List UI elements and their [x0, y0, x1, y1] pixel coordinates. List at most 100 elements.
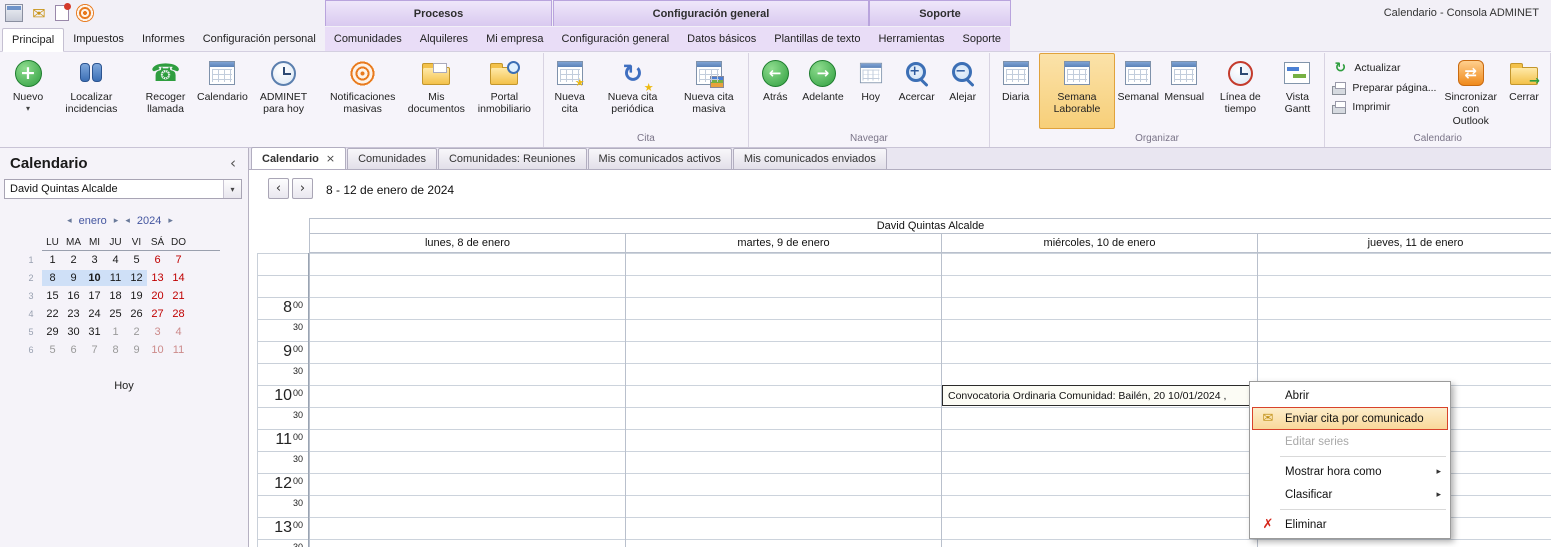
ribbon-button-nueva-cita[interactable]: Nueva cita — [547, 53, 593, 129]
minical-day-28[interactable]: 28 — [168, 306, 189, 322]
document-tab-calendario[interactable]: Calendario× — [251, 147, 346, 169]
minical-day-24[interactable]: 24 — [84, 306, 105, 322]
owner-select[interactable]: David Quintas Alcalde ▾ — [4, 179, 242, 199]
mail-icon[interactable] — [30, 4, 48, 22]
ribbon-button-sincronizar-con-outlook[interactable]: Sincronizar con Outlook — [1440, 53, 1501, 129]
ribbon-button-diaria[interactable]: Diaria — [993, 53, 1039, 129]
ribbon-tab-datos-basicos[interactable]: Datos básicos — [678, 27, 765, 51]
next-month-icon[interactable]: ▸ — [114, 216, 119, 226]
document-tab-comunidades-reuniones[interactable]: Comunidades: Reuniones — [438, 148, 587, 169]
minical-day-13[interactable]: 13 — [147, 270, 168, 286]
dropdown-arrow-icon[interactable]: ▾ — [223, 180, 241, 198]
menu-item-enviar-cita-por-comunicado[interactable]: ✉Enviar cita por comunicado — [1252, 407, 1448, 430]
ribbon-button-imprimir[interactable]: Imprimir — [1332, 100, 1436, 114]
ribbon-button-preparar-pagina[interactable]: Preparar página... — [1332, 81, 1436, 95]
ribbon-button-actualizar[interactable]: Actualizar — [1332, 60, 1436, 76]
ribbon-tab-soporte[interactable]: Soporte — [954, 27, 1011, 51]
scheduler-prev-button[interactable]: ‹ — [268, 178, 289, 199]
minical-day-12[interactable]: 12 — [126, 270, 147, 286]
prev-year-icon[interactable]: ◂ — [125, 216, 130, 226]
ribbon-button-alejar[interactable]: Alejar — [940, 53, 986, 129]
minical-day-29[interactable]: 29 — [42, 324, 63, 340]
minical-day-14[interactable]: 14 — [168, 270, 189, 286]
ribbon-button-mensual[interactable]: Mensual — [1161, 53, 1207, 129]
minical-day-18[interactable]: 18 — [105, 288, 126, 304]
minical-day-8[interactable]: 8 — [42, 270, 63, 286]
minical-day-6[interactable]: 6 — [63, 342, 84, 358]
minical-day-25[interactable]: 25 — [105, 306, 126, 322]
minical-day-5[interactable]: 5 — [126, 252, 147, 268]
minical-day-9[interactable]: 9 — [126, 342, 147, 358]
minical-day-23[interactable]: 23 — [63, 306, 84, 322]
minical-day-30[interactable]: 30 — [63, 324, 84, 340]
ribbon-button-portal-inmobiliario[interactable]: Portal inmobiliario — [469, 53, 540, 129]
mini-calendar-year[interactable]: 2024 — [137, 215, 161, 227]
note-alert-icon[interactable] — [55, 5, 69, 21]
ribbon-tab-configuracion-personal[interactable]: Configuración personal — [194, 27, 325, 51]
scheduler-next-button[interactable]: › — [292, 178, 313, 199]
minical-day-4[interactable]: 4 — [168, 324, 189, 340]
ribbon-tab-alquileres[interactable]: Alquileres — [411, 27, 477, 51]
ribbon-button-vista-gantt[interactable]: Vista Gantt — [1273, 53, 1321, 129]
ribbon-button-linea-de-tiempo[interactable]: Línea de tiempo — [1207, 53, 1273, 129]
minical-day-10[interactable]: 10 — [84, 270, 105, 286]
minical-day-15[interactable]: 15 — [42, 288, 63, 304]
ribbon-button-adelante[interactable]: Adelante — [798, 53, 847, 129]
ribbon-tab-plantillas-de-texto[interactable]: Plantillas de texto — [765, 27, 869, 51]
ribbon-button-adminet-para-hoy[interactable]: ADMINET para hoy — [245, 53, 321, 129]
ribbon-button-notificaciones-masivas[interactable]: Notificaciones masivas — [322, 53, 404, 129]
appointment[interactable]: Convocatoria Ordinaria Comunidad: Bailén… — [942, 385, 1256, 406]
ribbon-tab-informes[interactable]: Informes — [133, 27, 194, 51]
minical-day-16[interactable]: 16 — [63, 288, 84, 304]
day-header-martes-9-de-enero[interactable]: martes, 9 de enero — [625, 234, 941, 253]
ribbon-button-semana-laborable[interactable]: Semana Laborable — [1039, 53, 1116, 129]
minical-day-22[interactable]: 22 — [42, 306, 63, 322]
app-window-icon[interactable] — [5, 4, 23, 22]
ribbon-button-recoger-llamada[interactable]: Recoger llamada — [132, 53, 200, 129]
minical-day-1[interactable]: 1 — [105, 324, 126, 340]
mini-calendar-month[interactable]: enero — [79, 215, 107, 227]
minical-day-31[interactable]: 31 — [84, 324, 105, 340]
menu-item-eliminar[interactable]: ✗Eliminar — [1252, 513, 1448, 536]
ribbon-button-calendario[interactable]: Calendario — [199, 53, 245, 129]
minical-day-20[interactable]: 20 — [147, 288, 168, 304]
document-tab-mis-comunicados-enviados[interactable]: Mis comunicados enviados — [733, 148, 887, 169]
close-tab-icon[interactable]: × — [326, 152, 335, 165]
prev-month-icon[interactable]: ◂ — [67, 216, 72, 226]
ribbon-button-nueva-cita-periodica[interactable]: Nueva cita periódica — [593, 53, 673, 129]
minical-day-8[interactable]: 8 — [105, 342, 126, 358]
ribbon-button-atras[interactable]: Atrás — [752, 53, 798, 129]
ribbon-button-cerrar[interactable]: Cerrar — [1501, 53, 1547, 129]
menu-item-abrir[interactable]: Abrir — [1252, 384, 1448, 407]
minical-day-26[interactable]: 26 — [126, 306, 147, 322]
ribbon-tab-comunidades[interactable]: Comunidades — [325, 27, 411, 51]
collapse-chevron-icon[interactable]: ‹ — [226, 154, 240, 172]
minical-day-21[interactable]: 21 — [168, 288, 189, 304]
ribbon-button-semanal[interactable]: Semanal — [1115, 53, 1161, 129]
ribbon-button-hoy[interactable]: Hoy — [848, 53, 894, 129]
minical-day-3[interactable]: 3 — [84, 252, 105, 268]
minical-day-11[interactable]: 11 — [168, 342, 189, 358]
next-year-icon[interactable]: ▸ — [168, 216, 173, 226]
minical-day-9[interactable]: 9 — [63, 270, 84, 286]
minical-day-6[interactable]: 6 — [147, 252, 168, 268]
menu-item-mostrar-hora-como[interactable]: Mostrar hora como▸ — [1252, 460, 1448, 483]
today-button[interactable]: Hoy — [0, 380, 248, 392]
ribbon-tab-configuracion-general[interactable]: Configuración general — [553, 27, 679, 51]
ribbon-tab-herramientas[interactable]: Herramientas — [869, 27, 953, 51]
minical-day-11[interactable]: 11 — [105, 270, 126, 286]
ribbon-tab-impuestos[interactable]: Impuestos — [64, 27, 133, 51]
minical-day-1[interactable]: 1 — [42, 252, 63, 268]
minical-day-17[interactable]: 17 — [84, 288, 105, 304]
day-header-miercoles-10-de-enero[interactable]: miércoles, 10 de enero — [941, 234, 1257, 253]
minical-day-2[interactable]: 2 — [126, 324, 147, 340]
minical-day-4[interactable]: 4 — [105, 252, 126, 268]
minical-day-3[interactable]: 3 — [147, 324, 168, 340]
minical-day-7[interactable]: 7 — [168, 252, 189, 268]
ribbon-button-acercar[interactable]: Acercar — [894, 53, 940, 129]
menu-item-clasificar[interactable]: Clasificar▸ — [1252, 483, 1448, 506]
minical-day-27[interactable]: 27 — [147, 306, 168, 322]
broadcast-icon[interactable] — [76, 4, 94, 22]
document-tab-mis-comunicados-activos[interactable]: Mis comunicados activos — [588, 148, 732, 169]
day-header-lunes-8-de-enero[interactable]: lunes, 8 de enero — [309, 234, 625, 253]
